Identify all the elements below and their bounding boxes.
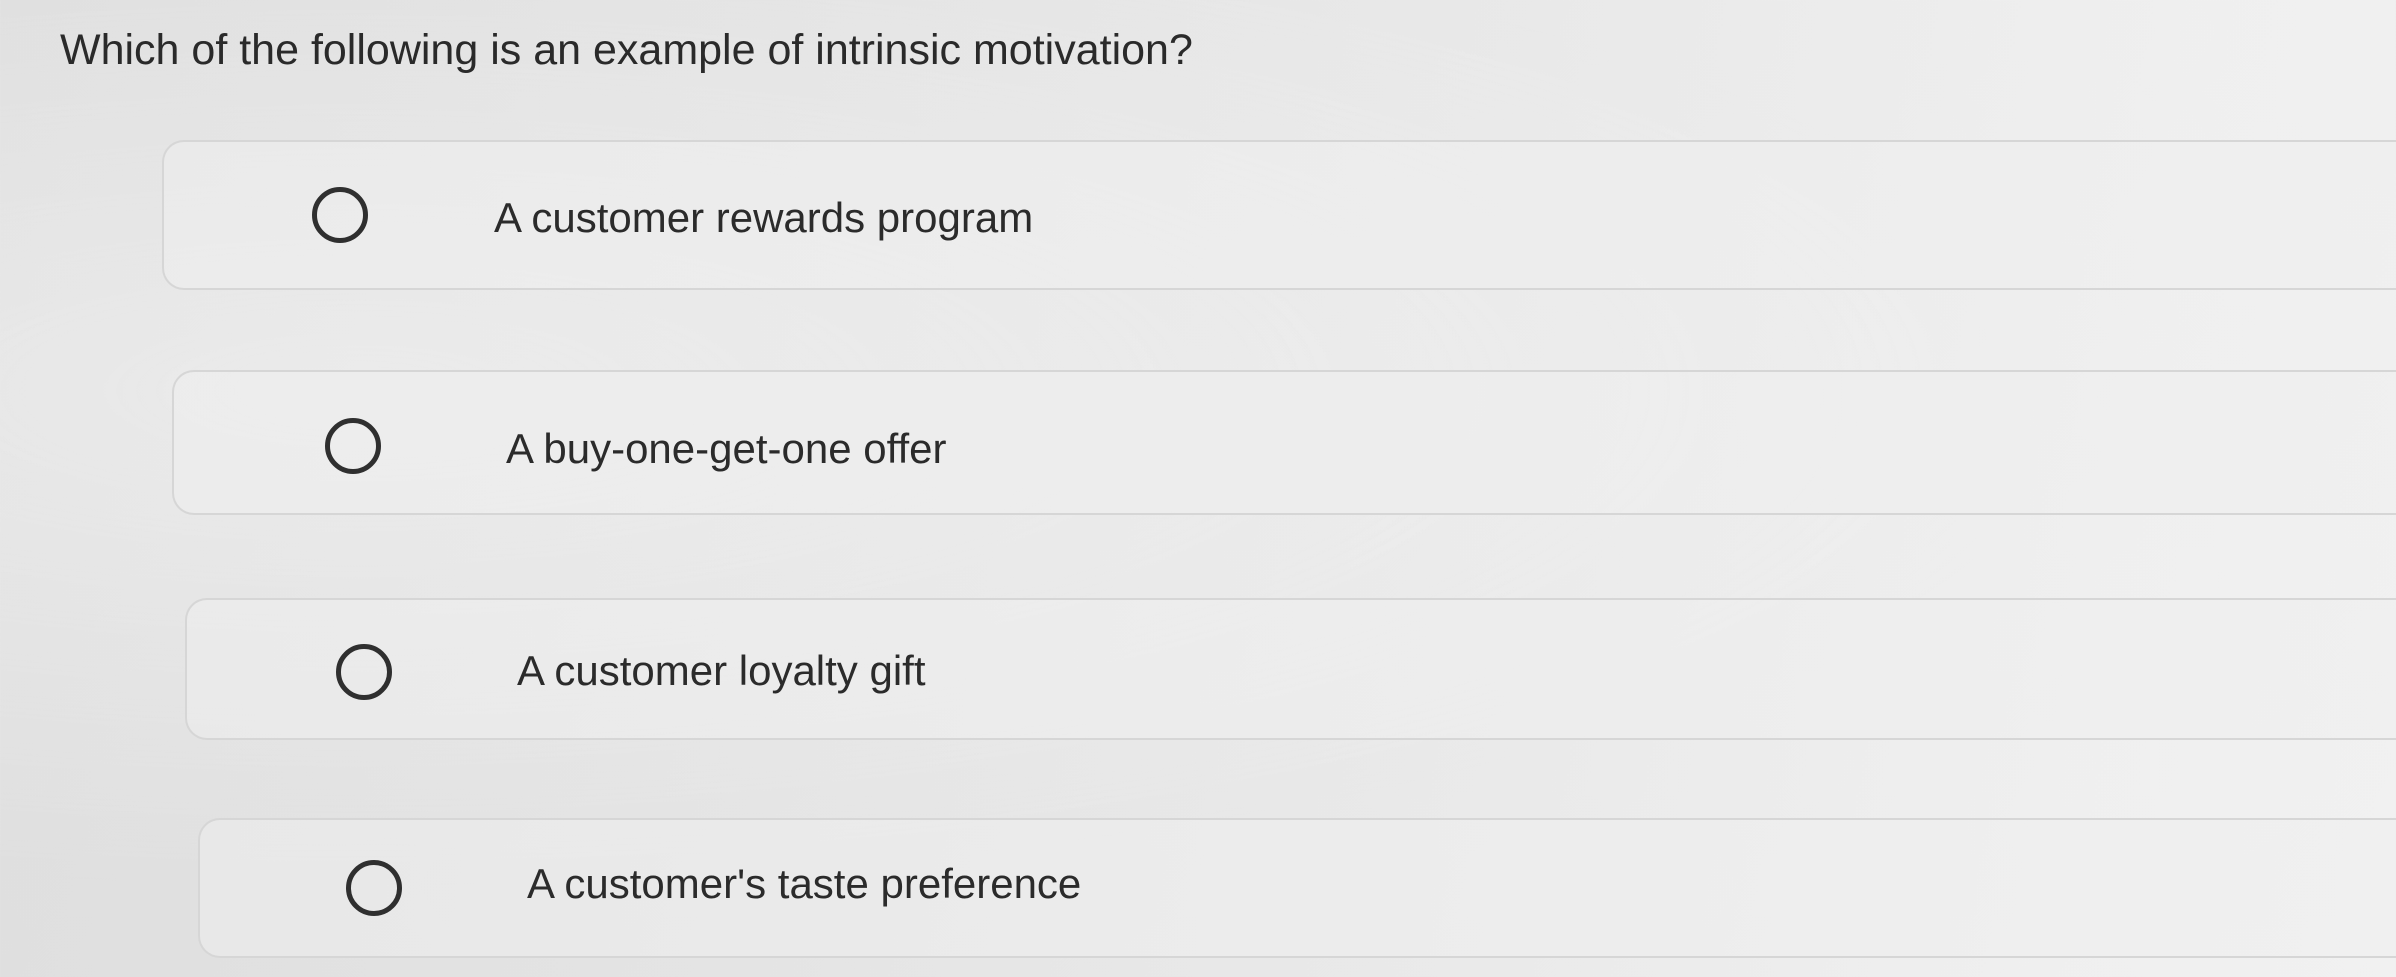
answer-option-1-label: A customer rewards program	[494, 194, 1034, 241]
answer-option-4-label: A customer's taste preference	[527, 860, 1082, 907]
answer-option-3-label: A customer loyalty gift	[517, 647, 926, 694]
radio-button-4[interactable]	[346, 860, 402, 916]
answer-option-2-label: A buy-one-get-one offer	[506, 425, 947, 472]
radio-button-2[interactable]	[325, 418, 381, 474]
question-text: Which of the following is an example of …	[60, 26, 1193, 74]
radio-button-3[interactable]	[336, 644, 392, 700]
radio-button-1[interactable]	[312, 187, 368, 243]
